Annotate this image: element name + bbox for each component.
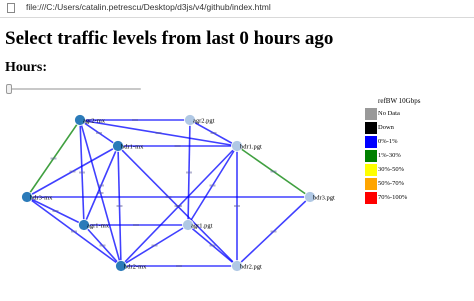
link-marker [210,132,217,134]
legend-swatch [365,192,377,204]
link-marker [50,157,57,160]
legend-label: 1%-30% [378,152,401,159]
legend-swatch [365,108,377,120]
node-agr1-mx[interactable]: agr1-mx [78,219,110,231]
node-label: agr1.pgt [191,223,213,230]
link-marker [234,205,240,207]
node-agr2-mx[interactable]: agr2-mx [74,114,106,126]
legend-label: 50%-70% [378,180,404,187]
legend-label: 70%-100% [378,194,408,201]
node-label: agr2.pgt [193,118,215,125]
node-label: bdr2-mx [124,264,147,271]
link-marker [132,119,138,121]
node-label: bdr1-mx [121,144,144,151]
link-marker [209,184,216,187]
node-label: bdr3.pgt [313,195,335,202]
node-agr2.pgt[interactable]: agr2.pgt [184,114,215,126]
link-marker [71,230,77,233]
node-label: bdr3-mx [30,195,53,202]
legend-label: 30%-50% [378,166,404,173]
link-marker [176,265,182,267]
legend-label: 0%-1% [378,138,398,145]
link-marker [155,132,162,134]
legend-label: No Data [378,110,400,117]
legend-label: Down [378,124,394,131]
link-marker [79,171,85,174]
legend-swatch [365,178,377,190]
legend-swatch [365,122,377,134]
node-bdr1.pgt[interactable]: bdr1.pgt [231,140,263,152]
link-marker [270,170,277,173]
network-graph: agr2-mx agr2.pgt bdr1-mx bdr1.pgt bdr3-mx bdr… [21,114,336,272]
node-bdr3.pgt[interactable]: bdr3.pgt [304,191,336,203]
link-marker [186,171,192,174]
legend-swatch [365,136,377,148]
link-marker [96,132,102,134]
links-layer [26,119,311,267]
node-label: agr2-mx [83,118,106,125]
link-marker [270,230,277,233]
link-marker [116,205,123,207]
link-marker [176,205,182,207]
legend-swatch [365,150,377,162]
node-bdr2.pgt[interactable]: bdr2.pgt [231,260,263,272]
link-marker [69,170,76,173]
node-label: bdr1.pgt [240,144,262,151]
node-bdr2-mx[interactable]: bdr2-mx [115,260,148,272]
link-marker [174,145,181,147]
node-bdr3-mx[interactable]: bdr3-mx [21,191,54,203]
link-marker [165,196,172,198]
node-label: bdr2.pgt [240,264,262,271]
legend-swatch [365,164,377,176]
legend-title: refBW 10Gbps [378,97,421,105]
link-marker [99,244,106,247]
link-marker [133,224,139,226]
link-marker [98,184,104,187]
link-marker [52,210,59,212]
node-agr1.pgt[interactable]: agr1.pgt [182,219,213,231]
link-marker [151,244,158,247]
link-marker [209,244,216,247]
node-bdr1-mx[interactable]: bdr1-mx [112,140,145,152]
node-label: agr1-mx [87,223,110,230]
